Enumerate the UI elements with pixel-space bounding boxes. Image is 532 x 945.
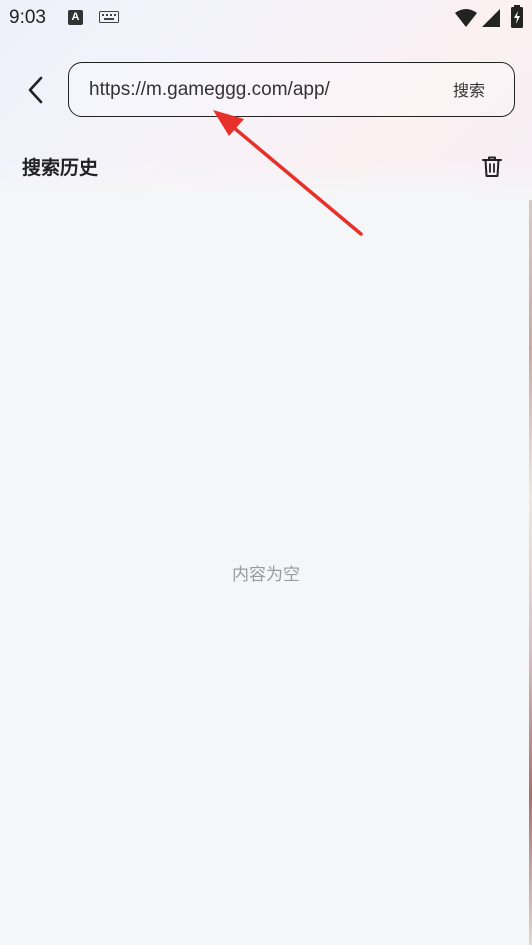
keyboard-icon [99, 11, 119, 23]
back-button[interactable] [16, 70, 56, 110]
status-time: 9:03 [9, 7, 46, 28]
status-bar: 9:03 A [0, 0, 532, 36]
search-button[interactable]: 搜索 [439, 63, 499, 115]
search-history-title: 搜索历史 [22, 157, 99, 179]
search-input[interactable] [89, 76, 429, 104]
battery-charging-icon [511, 5, 523, 28]
trash-icon [482, 156, 502, 177]
empty-state-text: 内容为空 [232, 565, 300, 585]
chevron-left-icon [28, 76, 43, 104]
notification-a-icon: A [68, 10, 83, 25]
clear-history-button[interactable] [478, 153, 506, 181]
wifi-icon [455, 9, 477, 27]
signal-icon [482, 9, 500, 27]
search-box: 搜索 [68, 62, 515, 117]
